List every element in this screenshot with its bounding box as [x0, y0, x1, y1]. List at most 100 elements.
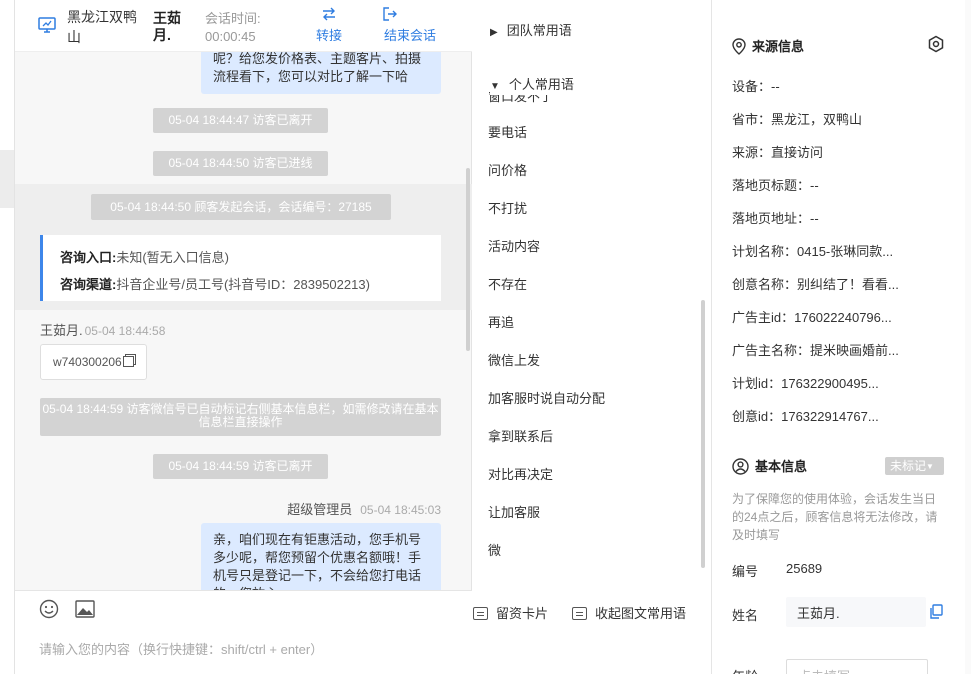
message-input-area: 请输入您的内容（换行快捷键：shift/ctrl + enter） — [15, 590, 472, 674]
end-chat-label: 结束会话 — [383, 28, 436, 43]
phrase-item[interactable]: 微信上发 — [488, 350, 540, 369]
visitor-message-text: w740300206 — [53, 355, 122, 369]
basic-info-label: 基本信息 — [755, 459, 808, 474]
settings-hexagon-icon[interactable] — [927, 35, 945, 53]
phrase-item[interactable]: 让加客服 — [488, 502, 540, 521]
source-row-device: 设备：-- — [732, 79, 780, 94]
copy-icon[interactable] — [122, 356, 134, 367]
age-input[interactable]: 点击填写 — [786, 659, 928, 674]
channel-value: 抖音企业号/员工号(抖音号ID：2839502213) — [116, 277, 370, 292]
agent-message-bubble: 呢？给您发价格表、主题客片、拍摄流程看下，您可以对比了解一下哈 — [201, 52, 441, 94]
lead-card-label: 留资卡片 — [496, 606, 549, 621]
monitor-icon — [38, 17, 56, 33]
caret-down-icon: ▼ — [490, 81, 500, 92]
quick-phrases-panel: ▶ 团队常用语 窗口发不了 要电话 问价格 不打扰 活动内容 不存在 再追 微信上… — [472, 0, 712, 674]
phrases-scrollbar[interactable] — [701, 300, 705, 568]
collapse-phrases-button[interactable]: 收起图文常用语 — [572, 603, 686, 622]
mark-status-value: 未标记 — [890, 459, 927, 473]
left-edge-strip — [0, 0, 14, 674]
entry-label: 咨询入口: — [60, 250, 117, 265]
transfer-button[interactable]: 转接 — [313, 6, 345, 44]
phrase-item[interactable]: 再追 — [488, 312, 514, 331]
chat-panel: 黑龙江双鸭山 王茹月. 会话时间: 00:00:45 转接 结束会话 呢？给您发… — [14, 0, 472, 674]
phrase-list[interactable]: 窗口发不了 要电话 问价格 不打扰 活动内容 不存在 再追 微信上发 加客服时说… — [472, 92, 704, 570]
exit-icon — [383, 7, 397, 21]
user-icon — [732, 458, 749, 475]
basic-info-notice: 为了保障您的使用体验，会话发生当日的24点之后，顾客信息将无法修改，请及时填写 — [732, 492, 938, 542]
source-row-landing-url: 落地页地址：-- — [732, 211, 819, 226]
transfer-icon — [323, 7, 335, 21]
source-row-plan-id: 计划id：176322900495... — [732, 376, 879, 391]
chat-header: 黑龙江双鸭山 王茹月. 会话时间: 00:00:45 转接 结束会话 — [15, 0, 472, 52]
image-icon[interactable] — [75, 600, 95, 618]
visitor-name: 王茹月. — [153, 10, 181, 43]
visitor-message-meta: 王茹月. 05-04 18:44:58 — [40, 320, 165, 339]
phrase-item[interactable]: 不存在 — [488, 274, 527, 293]
phrase-item[interactable]: 活动内容 — [488, 236, 540, 255]
system-message: 05-04 18:44:59 访客已离开 — [153, 454, 328, 479]
visitor-message-bubble: w740300206 — [40, 344, 147, 380]
chat-messages[interactable]: 呢？给您发价格表、主题客片、拍摄流程看下，您可以对比了解一下哈 05-04 18… — [15, 52, 472, 590]
team-phrases-label: 团队常用语 — [506, 23, 572, 38]
chat-scrollbar[interactable] — [466, 168, 470, 351]
consult-entry-card: 咨询入口:未知(暂无入口信息) 咨询渠道:抖音企业号/员工号(抖音号ID：283… — [40, 235, 441, 301]
source-row-region: 省市：黑龙江，双鸭山 — [732, 112, 863, 127]
id-label: 编号 — [732, 564, 759, 579]
agent-message-meta: 超级管理员 05-04 18:45:03 — [287, 499, 441, 518]
source-row-plan-name: 计划名称：0415-张琳同款... — [732, 244, 894, 259]
name-field[interactable]: 王茹月. — [786, 597, 926, 627]
end-chat-button[interactable]: 结束会话 — [380, 6, 440, 44]
system-message: 05-04 18:44:50 访客已进线 — [153, 151, 328, 176]
id-value: 25689 — [786, 561, 823, 576]
system-message: 05-04 18:44:59 访客微信号已自动标记右侧基本信息栏，如需修改请在基… — [40, 398, 441, 436]
source-row-advertiser-name: 广告主名称：提米映画婚前... — [732, 343, 899, 358]
visitor-location: 黑龙江双鸭山 — [67, 9, 137, 45]
collapse-phrases-label: 收起图文常用语 — [595, 606, 687, 621]
phrase-item[interactable]: 微 — [488, 540, 501, 559]
location-pin-icon — [732, 38, 746, 55]
entry-value: 未知(暂无入口信息) — [116, 250, 230, 265]
basic-info-title: 基本信息 — [732, 456, 807, 475]
phrase-item[interactable]: 加客服时说自动分配 — [488, 388, 605, 407]
name-label: 姓名 — [732, 608, 759, 623]
phrase-actions: 留资卡片 收起图文常用语 — [472, 591, 712, 631]
transfer-label: 转接 — [315, 28, 342, 43]
session-time-value: 00:00:45 — [205, 29, 256, 44]
system-message: 05-04 18:44:50 顾客发起会话，会话编号：27185 — [91, 194, 391, 220]
channel-label: 咨询渠道: — [60, 277, 117, 292]
phrase-item[interactable]: 问价格 — [488, 160, 527, 179]
message-input[interactable]: 请输入您的内容（换行快捷键：shift/ctrl + enter） — [39, 639, 323, 658]
source-info-label: 来源信息 — [752, 39, 805, 54]
message-icon — [572, 607, 587, 620]
phrase-item[interactable]: 拿到联系后 — [488, 426, 553, 445]
source-row-advertiser-id: 广告主id：176022240796... — [732, 310, 892, 325]
mark-status-dropdown[interactable]: 未标记▼ — [885, 457, 944, 475]
info-scrollbar[interactable] — [965, 0, 971, 674]
copy-icon[interactable] — [929, 604, 943, 619]
emoji-icon[interactable] — [39, 599, 59, 619]
visitor-message-name: 王茹月. — [40, 323, 83, 338]
source-info-title: 来源信息 — [732, 36, 804, 55]
agent-message-time: 05-04 18:45:03 — [360, 503, 441, 517]
personal-phrases-group[interactable]: ▼ 个人常用语 — [490, 74, 574, 95]
phrase-item[interactable]: 对比再决定 — [488, 464, 553, 483]
phrase-item[interactable]: 不打扰 — [488, 198, 527, 217]
source-row-landing-title: 落地页标题：-- — [732, 178, 819, 193]
agent-message-bubble: 亲，咱们现在有钜惠活动，您手机号多少呢，帮您预留个优惠名额哦！手机号只是登记一下… — [201, 523, 441, 590]
collapse-tab[interactable] — [0, 150, 14, 208]
agent-name: 超级管理员 — [287, 502, 353, 517]
phrase-item[interactable]: 要电话 — [488, 122, 527, 141]
visitor-message-time: 05-04 18:44:58 — [84, 324, 166, 338]
visitor-info-panel: 来源信息 设备：-- 省市：黑龙江，双鸭山 来源：直接访问 落地页标题：-- 落… — [712, 0, 971, 674]
personal-phrases-label: 个人常用语 — [508, 77, 574, 92]
caret-down-icon: ▼ — [926, 462, 934, 471]
system-message: 05-04 18:44:47 访客已离开 — [153, 108, 328, 133]
age-label: 年龄 — [732, 666, 758, 674]
source-row-origin: 来源：直接访问 — [732, 145, 824, 160]
session-time-label: 会话时间: — [205, 11, 261, 26]
source-row-creative-id: 创意id：176322914767... — [732, 409, 879, 424]
team-phrases-group[interactable]: ▶ 团队常用语 — [490, 20, 572, 39]
card-icon — [473, 607, 488, 620]
source-row-creative-name: 创意名称：别纠结了！看看... — [732, 277, 899, 292]
lead-card-button[interactable]: 留资卡片 — [473, 603, 548, 622]
